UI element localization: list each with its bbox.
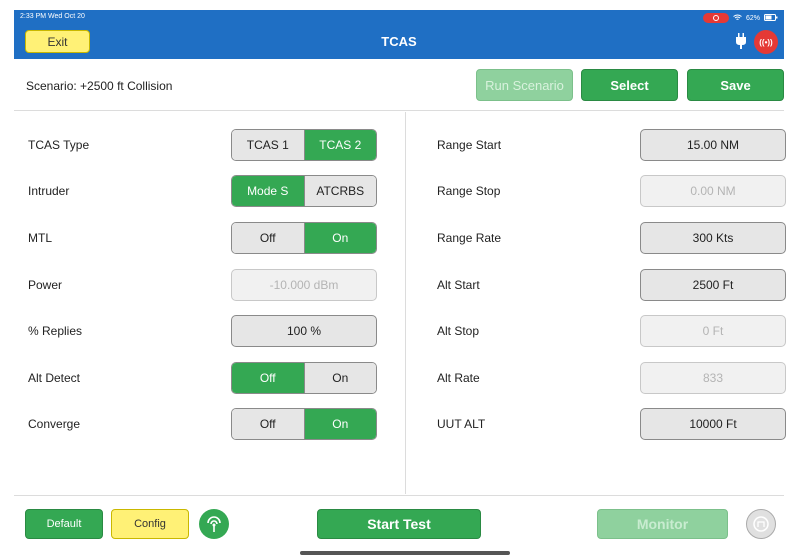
start-test-button[interactable]: Start Test: [317, 509, 481, 539]
select-button[interactable]: Select: [581, 69, 678, 101]
alt-detect-toggle: Off On: [231, 362, 377, 394]
uut-alt-field[interactable]: 10000 Ft: [640, 408, 786, 440]
converge-label: Converge: [28, 417, 81, 431]
battery-percent: 62%: [745, 14, 760, 22]
mtl-off-option[interactable]: Off: [232, 223, 304, 253]
range-start-field[interactable]: 15.00 NM: [640, 129, 786, 161]
uut-alt-label: UUT ALT: [437, 417, 486, 431]
converge-toggle: Off On: [231, 408, 377, 440]
mtl-label: MTL: [28, 231, 52, 245]
alt-start-field[interactable]: 2500 Ft: [640, 269, 786, 301]
alt-detect-on-option[interactable]: On: [303, 363, 376, 393]
range-stop-field[interactable]: 0.00 NM: [640, 175, 786, 207]
converge-off-option[interactable]: Off: [232, 409, 304, 439]
home-indicator: [300, 551, 510, 555]
intruder-toggle: Mode S ATCRBS: [231, 175, 377, 207]
config-button[interactable]: Config: [111, 509, 189, 539]
recording-icon: [702, 13, 729, 23]
mode-s-option[interactable]: Mode S: [232, 176, 304, 206]
alt-start-label: Alt Start: [437, 278, 480, 292]
broadcast-disabled-icon[interactable]: [746, 509, 776, 539]
alt-detect-off-option[interactable]: Off: [232, 363, 304, 393]
alert-broadcast-icon[interactable]: ((•)): [754, 30, 778, 54]
status-date: Wed Oct 20: [48, 13, 85, 20]
alt-rate-field[interactable]: 833: [640, 362, 786, 394]
tcas-type-toggle: TCAS 1 TCAS 2: [231, 129, 377, 161]
alt-rate-label: Alt Rate: [437, 371, 480, 385]
run-scenario-button[interactable]: Run Scenario: [476, 69, 573, 101]
alt-detect-label: Alt Detect: [28, 371, 81, 385]
atcrbs-option[interactable]: ATCRBS: [303, 176, 376, 206]
right-settings-panel: Range Start 15.00 NM Range Stop 0.00 NM …: [407, 112, 786, 494]
alt-stop-label: Alt Stop: [437, 324, 480, 338]
save-button[interactable]: Save: [687, 69, 784, 101]
range-stop-label: Range Stop: [437, 184, 501, 198]
status-right: 62%: [702, 13, 778, 23]
converge-on-option[interactable]: On: [303, 409, 376, 439]
monitor-button[interactable]: Monitor: [597, 509, 728, 539]
power-label: Power: [28, 278, 63, 292]
page-title: TCAS: [381, 34, 417, 49]
range-rate-field[interactable]: 300 Kts: [640, 222, 786, 254]
mtl-on-option[interactable]: On: [303, 223, 376, 253]
tcas-1-option[interactable]: TCAS 1: [232, 130, 304, 160]
status-time-date: 2:33 PM Wed Oct 20: [20, 13, 85, 20]
scenario-bar: Scenario: +2500 ft Collision Run Scenari…: [14, 59, 784, 111]
power-field[interactable]: -10.000 dBm: [231, 269, 377, 301]
wifi-icon: [733, 14, 742, 23]
plug-icon: [736, 33, 746, 49]
intruder-label: Intruder: [28, 184, 70, 198]
replies-field[interactable]: 100 %: [231, 315, 377, 347]
replies-label: % Replies: [28, 324, 83, 338]
mtl-toggle: Off On: [231, 222, 377, 254]
status-bar: 2:33 PM Wed Oct 20 62%: [14, 10, 784, 25]
tcas-2-option[interactable]: TCAS 2: [303, 130, 376, 160]
range-start-label: Range Start: [437, 138, 502, 152]
bottom-bar: Default Config Start Test Monitor: [14, 495, 784, 550]
status-time: 2:33 PM: [20, 13, 47, 20]
tcas-type-label: TCAS Type: [28, 138, 90, 152]
antenna-icon[interactable]: [199, 509, 229, 539]
left-settings-panel: TCAS Type TCAS 1 TCAS 2 Intruder Mode S …: [14, 112, 406, 494]
range-rate-label: Range Rate: [437, 231, 502, 245]
battery-icon: [764, 13, 778, 23]
scenario-label: Scenario: +2500 ft Collision: [26, 79, 173, 93]
top-bar: Exit TCAS ((•)): [14, 25, 784, 59]
default-button[interactable]: Default: [25, 509, 103, 539]
alt-stop-field[interactable]: 0 Ft: [640, 315, 786, 347]
